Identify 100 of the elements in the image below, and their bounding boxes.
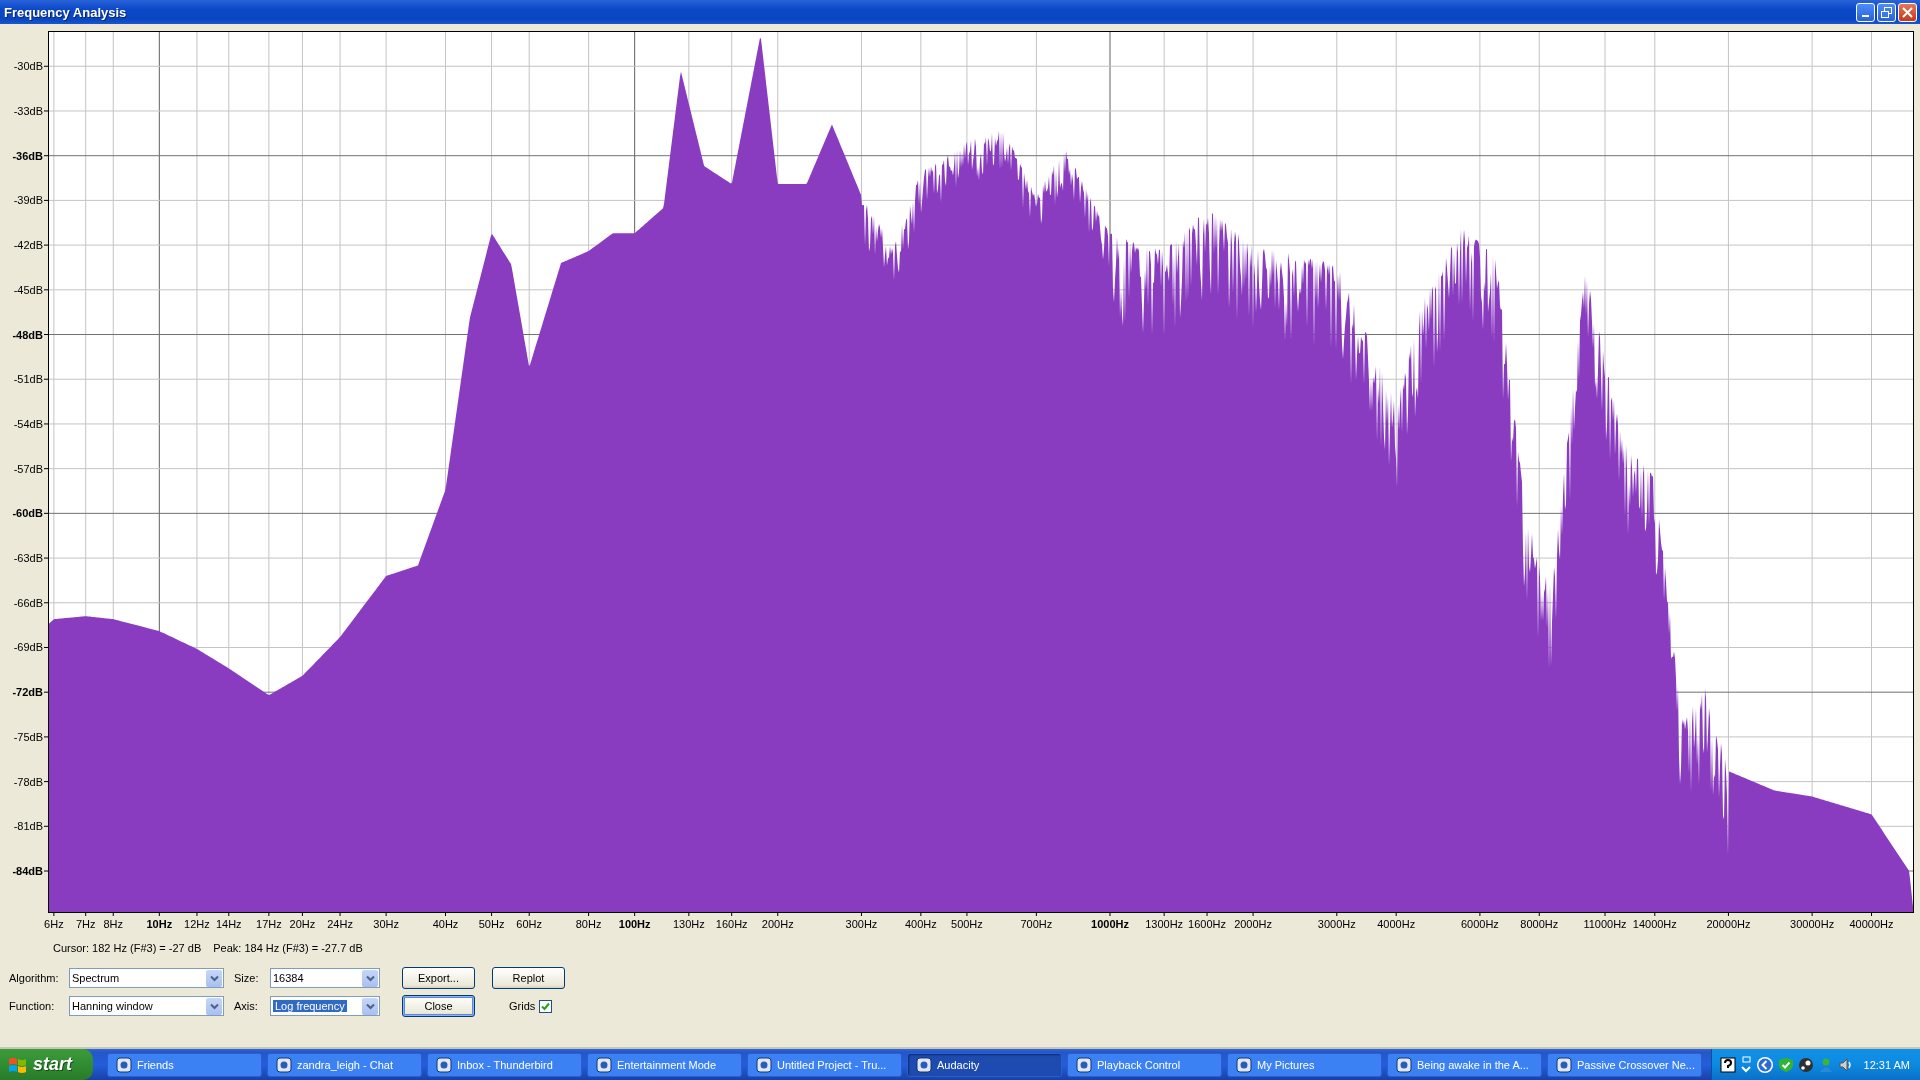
app-icon (1556, 1056, 1572, 1073)
axis-tick-label: -45dB (13, 283, 43, 296)
axis-tick-label: 2000Hz (1234, 918, 1273, 930)
axis-tick-label: 20000Hz (1706, 918, 1751, 930)
taskbar-button[interactable]: Being awake in the A... (1387, 1052, 1542, 1077)
window-title: Frequency Analysis (4, 4, 128, 20)
dialog-button[interactable]: Export... (402, 967, 475, 989)
app-icon (1236, 1056, 1252, 1073)
axis-tick-label: 40000Hz (1849, 918, 1894, 930)
axis-tick-label: 8Hz (103, 918, 124, 930)
axis-tick-label: 24Hz (327, 918, 353, 930)
taskbar-button[interactable]: Playback Control (1067, 1052, 1222, 1077)
app-icon (596, 1056, 612, 1073)
axis-tick-label: 130Hz (672, 918, 705, 930)
minimize-icon (1862, 15, 1869, 17)
axis-tick-label: 11000Hz (1583, 918, 1627, 930)
axis-tick-label: -63dB (13, 552, 43, 565)
axis-tick-label: -75dB (13, 730, 43, 743)
axis-tick-label: 8000Hz (1520, 918, 1559, 930)
app-icon (436, 1056, 452, 1073)
axis-tick-label: -48dB (12, 328, 43, 341)
axis-tick-label: -51dB (13, 373, 43, 386)
close-button[interactable] (1898, 2, 1917, 22)
start-button[interactable]: start (0, 1049, 93, 1080)
axis-tick-label: 17Hz (256, 918, 282, 930)
taskbar-button[interactable]: Passive Crossover Ne... (1547, 1052, 1702, 1077)
restore-button[interactable] (1877, 2, 1896, 22)
axis-tick-label: -78dB (13, 775, 43, 788)
axis-tick-label: -84dB (12, 865, 43, 877)
axis-tick-label: 60Hz (516, 918, 543, 930)
field-label: Function: (9, 1000, 56, 1012)
axis-tick-label: -33dB (13, 105, 43, 117)
axis-tick-label: 500Hz (951, 918, 983, 930)
axis-tick-label: 14Hz (215, 918, 242, 930)
axis-tick-label: 1300Hz (1145, 918, 1184, 930)
taskbar-button[interactable]: Inbox - Thunderbird (427, 1052, 582, 1077)
dropdown[interactable]: Log frequency (270, 996, 380, 1016)
field-label: Algorithm: (9, 972, 60, 984)
axis-tick-label: 14000Hz (1632, 918, 1677, 930)
axis-tick-label: -30dB (13, 60, 43, 73)
axis-tick-label: -36dB (12, 149, 43, 162)
taskbar-button[interactable]: Entertainment Mode (587, 1052, 742, 1077)
dropdown[interactable]: Spectrum (69, 968, 224, 988)
axis-tick-label: 12Hz (184, 918, 210, 930)
dropdown[interactable]: Hanning window (69, 996, 224, 1016)
axis-tick-label: 30Hz (373, 918, 399, 930)
axis-tick-label: 100Hz (618, 918, 651, 930)
back-arrow-icon[interactable] (1755, 1055, 1774, 1074)
axis-tick-label: 10Hz (146, 918, 173, 930)
axis-tick-label: 1600Hz (1188, 918, 1226, 930)
app-icon (276, 1056, 292, 1073)
axis-tick-label: 3000Hz (1317, 918, 1356, 930)
checkbox[interactable] (539, 999, 553, 1013)
taskbar-button[interactable]: My Pictures (1227, 1052, 1382, 1077)
shield-icon[interactable] (1777, 1056, 1794, 1073)
dropdown[interactable]: 16384 (270, 968, 380, 988)
axis-tick-label: -69dB (13, 641, 43, 654)
axis-tick-label: 80Hz (575, 918, 602, 930)
axis-tick-label: 300Hz (845, 918, 878, 930)
axis-tick-label: 40Hz (432, 918, 459, 930)
axis-tick-label: 6000Hz (1460, 918, 1499, 930)
app-icon (1396, 1056, 1412, 1073)
axis-tick-label: 1000Hz (1091, 918, 1129, 930)
taskbar-button[interactable]: Friends (107, 1052, 262, 1077)
clock: 12:31 AM (1863, 1058, 1910, 1071)
axis-tick-label: -81dB (13, 820, 43, 833)
axis-tick-label: 30000Hz (1790, 918, 1835, 930)
axis-tick-label: 4000Hz (1377, 918, 1416, 930)
help-icon[interactable] (1719, 1056, 1736, 1073)
axis-tick-label: -42dB (13, 239, 43, 252)
axis-tick-label: 400Hz (904, 918, 937, 930)
axis-tick-label: 7Hz (75, 918, 96, 930)
app-icon (1076, 1056, 1092, 1073)
axis-tick-label: -72dB (12, 686, 43, 699)
close-icon (1902, 6, 1913, 18)
dialog-button[interactable]: Replot (492, 967, 565, 989)
axis-tick-label: 50Hz (478, 918, 505, 930)
taskbar-button[interactable]: zandra_leigh - Chat (267, 1052, 422, 1077)
axis-tick-label: -60dB (12, 507, 43, 520)
app-icon (916, 1056, 932, 1073)
taskbar-button[interactable]: Untitled Project - Tru... (747, 1052, 902, 1077)
cursor-readout: Cursor: 182 Hz (F#3) = -27 dB (53, 942, 202, 956)
checkbox-label: Grids (509, 1000, 536, 1012)
app-icon (116, 1056, 132, 1073)
axis-tick-label: -57dB (13, 462, 43, 475)
axis-tick-label: 160Hz (715, 918, 748, 930)
app-icon (756, 1056, 772, 1073)
restore-icon (1881, 6, 1892, 18)
dialog-button[interactable]: Close (402, 995, 475, 1017)
expand-icon[interactable] (1739, 1055, 1752, 1074)
axis-tick-label: -54dB (13, 417, 43, 430)
taskbar-button[interactable]: Audacity (907, 1052, 1062, 1077)
axis-tick-label: 6Hz (44, 918, 64, 930)
peak-readout: Peak: 184 Hz (F#3) = -27.7 dB (213, 942, 363, 956)
axis-tick-label: 200Hz (761, 918, 794, 930)
field-label: Size: (234, 972, 260, 984)
speaker-icon[interactable] (1837, 1056, 1854, 1073)
field-label: Axis: (234, 1000, 259, 1012)
axis-tick-label: 20Hz (289, 918, 316, 930)
minimize-button[interactable] (1856, 2, 1875, 22)
